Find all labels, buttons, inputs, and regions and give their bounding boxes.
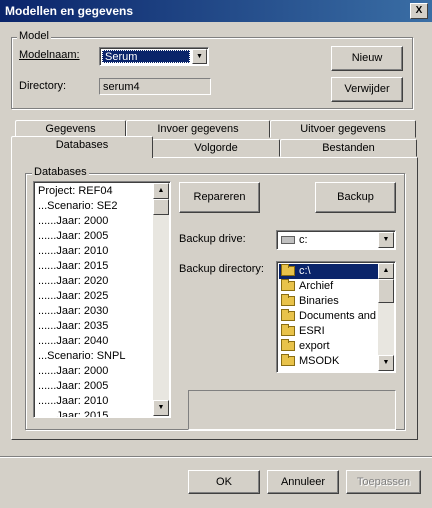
directory-value: serum4 [103, 81, 140, 93]
database-list-item[interactable]: ......Jaar: 2005 [36, 379, 152, 394]
tab-panel-gap [12, 156, 152, 159]
open-folder-icon [281, 264, 295, 277]
folder-icon [281, 324, 295, 337]
directory-list-item[interactable]: ESRI [279, 324, 378, 339]
directory-name: c:\ [299, 265, 311, 277]
tab-uitvoer-gegevens[interactable]: Uitvoer gegevens [270, 120, 416, 138]
database-list-item[interactable]: ......Jaar: 2030 [36, 304, 152, 319]
scroll-up-icon[interactable]: ▲ [378, 263, 394, 279]
ok-button[interactable]: OK [188, 470, 260, 494]
chevron-down-icon[interactable]: ▼ [378, 232, 394, 248]
scroll-up-icon[interactable]: ▲ [153, 183, 169, 199]
scroll-thumb[interactable] [378, 279, 394, 303]
footer-divider [0, 456, 432, 458]
model-group-label: Model [17, 30, 51, 42]
tab-databases[interactable]: Databases [11, 136, 153, 158]
directory-name: Archief [299, 280, 334, 292]
directory-name: ESRI [299, 325, 325, 337]
directory-list-item[interactable]: export [279, 339, 378, 354]
scroll-down-icon[interactable]: ▼ [378, 355, 394, 371]
model-name-value: Serum [102, 50, 190, 63]
new-model-button[interactable]: Nieuw [331, 46, 403, 71]
backup-drive-select[interactable]: c: ▼ [276, 230, 396, 250]
database-list-item[interactable]: ......Jaar: 2040 [36, 334, 152, 349]
directory-list-item[interactable]: Archief [279, 279, 378, 294]
directory-list-item[interactable]: Binaries [279, 294, 378, 309]
backup-directory-items: c:\ Archief Binaries Documents and ESRI expor… [279, 264, 378, 369]
database-list-item[interactable]: ......Jaar: 2020 [36, 274, 152, 289]
database-list-item[interactable]: ...Scenario: SE2 [36, 199, 152, 214]
directory-list-item[interactable]: Documents and [279, 309, 378, 324]
database-list-item[interactable]: ......Jaar: 2010 [36, 244, 152, 259]
directory-field: serum4 [99, 78, 211, 95]
backup-button[interactable]: Backup [315, 182, 396, 213]
model-name-select[interactable]: Serum ▼ [99, 47, 209, 66]
database-list-item[interactable]: ......Jaar: 2000 [36, 214, 152, 229]
drive-icon [281, 236, 295, 245]
database-list-item[interactable]: ......Jaar: 2015 [36, 259, 152, 274]
backup-drive-value-wrap: c: [281, 234, 308, 246]
status-panel [188, 390, 396, 430]
databases-group-label: Databases [32, 166, 89, 178]
database-list-item[interactable]: Project: REF04 [36, 184, 152, 199]
database-list[interactable]: Project: REF04 ...Scenario: SE2 ......Jaar… [33, 181, 171, 418]
directory-name: MSODK [299, 355, 340, 367]
database-list-scrollbar[interactable]: ▲ ▼ [153, 183, 169, 416]
database-list-item[interactable]: ...Scenario: SNPL [36, 349, 152, 364]
directory-name: Binaries [299, 295, 339, 307]
directory-list-item[interactable]: c:\ [279, 264, 378, 279]
chevron-down-icon[interactable]: ▼ [192, 49, 207, 64]
title-bar[interactable]: Modellen en gegevens X [0, 0, 432, 22]
folder-icon [281, 279, 295, 292]
folder-icon [281, 339, 295, 352]
directory-name: export [299, 340, 330, 352]
backup-directory-list[interactable]: c:\ Archief Binaries Documents and ESRI expor… [276, 261, 396, 373]
backup-directory-label: Backup directory: [179, 263, 264, 275]
repair-button[interactable]: Repareren [179, 182, 260, 213]
database-list-item[interactable]: ......Jaar: 2035 [36, 319, 152, 334]
folder-icon [281, 354, 295, 367]
apply-button[interactable]: Toepassen [346, 470, 421, 494]
tab-volgorde[interactable]: Volgorde [152, 139, 280, 157]
backup-drive-value: c: [299, 234, 308, 246]
delete-model-button[interactable]: Verwijder [331, 77, 403, 102]
database-list-item[interactable]: ......Jaar: 2010 [36, 394, 152, 409]
folder-icon [281, 294, 295, 307]
model-name-label: Modelnaam: [19, 49, 80, 61]
window-title: Modellen en gegevens [5, 4, 134, 18]
directory-name: Documents and [299, 310, 377, 322]
tab-bestanden[interactable]: Bestanden [280, 139, 417, 157]
database-list-item[interactable]: ......Jaar: 2000 [36, 364, 152, 379]
backup-drive-label: Backup drive: [179, 233, 246, 245]
database-list-items: Project: REF04 ...Scenario: SE2 ......Jaar… [36, 184, 152, 417]
database-list-item[interactable]: ......Jaar: 2005 [36, 229, 152, 244]
close-button[interactable]: X [410, 3, 428, 19]
cancel-button[interactable]: Annuleer [267, 470, 339, 494]
directory-label: Directory: [19, 80, 67, 92]
database-list-item[interactable]: ......Jaar: 2015 [36, 409, 152, 417]
database-list-item[interactable]: ......Jaar: 2025 [36, 289, 152, 304]
scroll-thumb[interactable] [153, 199, 169, 215]
folder-icon [281, 309, 295, 322]
directory-list-item[interactable]: MSODK [279, 354, 378, 369]
scroll-down-icon[interactable]: ▼ [153, 400, 169, 416]
directory-list-scrollbar[interactable]: ▲ ▼ [378, 263, 394, 371]
